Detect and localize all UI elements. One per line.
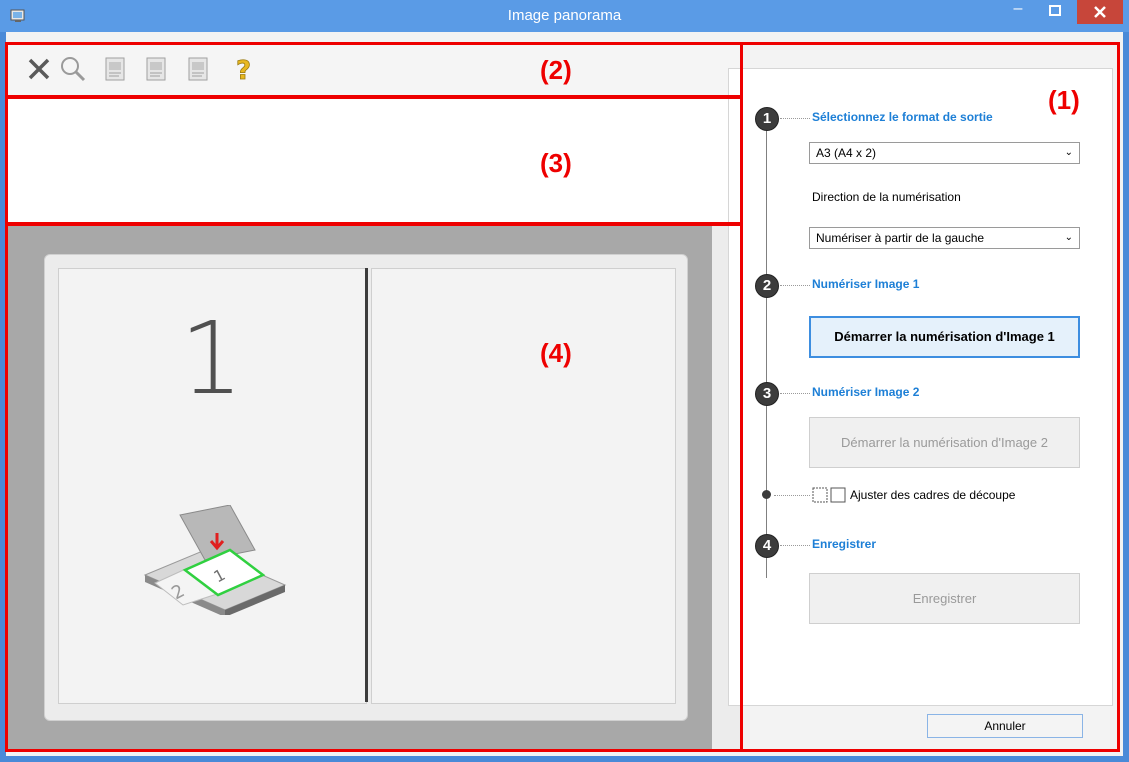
app-window: Image panorama – ? 1 2 1 1 Sélectionnez … — [0, 0, 1129, 762]
annotation-label-2: (2) — [540, 55, 572, 85]
window-title: Image panorama — [507, 7, 622, 24]
close-button[interactable] — [1077, 0, 1123, 24]
annotation-box-2 — [5, 42, 743, 99]
annotation-box-3 — [5, 95, 743, 226]
annotation-label-3: (3) — [540, 148, 572, 178]
annotation-label-1: (1) — [1048, 85, 1080, 115]
close-icon — [1094, 6, 1106, 18]
title-bar: Image panorama – — [0, 0, 1129, 32]
minimize-button[interactable]: – — [1003, 0, 1033, 24]
annotation-label-4: (4) — [540, 338, 572, 368]
maximize-button[interactable] — [1040, 0, 1070, 24]
annotation-box-1 — [740, 42, 1120, 752]
maximize-icon — [1049, 5, 1061, 16]
annotation-box-4 — [5, 222, 743, 752]
